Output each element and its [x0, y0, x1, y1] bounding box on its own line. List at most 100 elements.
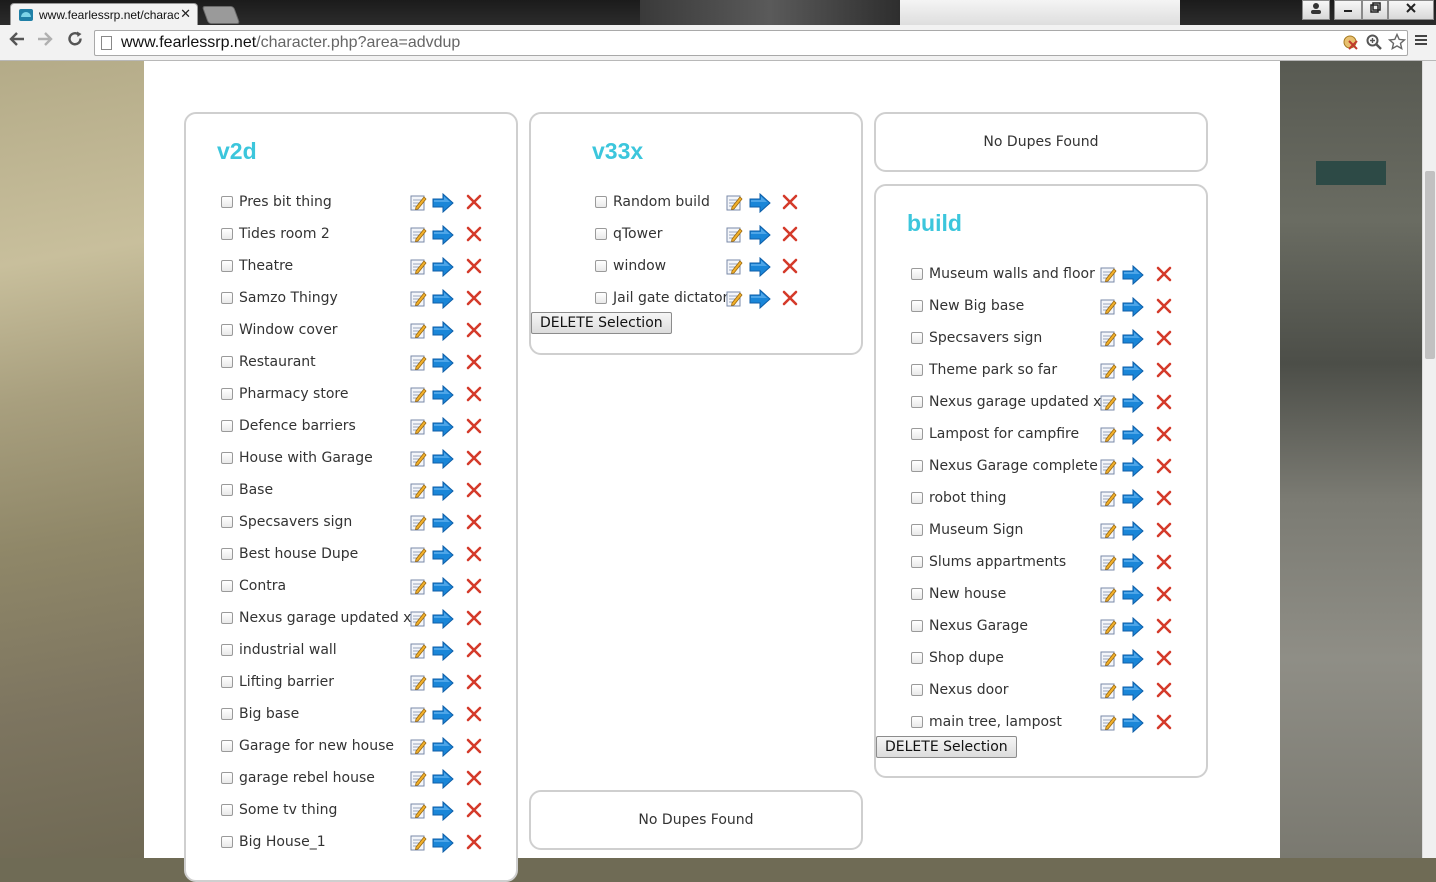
edit-icon[interactable]: [1100, 266, 1117, 283]
minimize-window-button[interactable]: [1334, 0, 1362, 20]
edit-icon[interactable]: [410, 354, 427, 371]
delete-x-icon[interactable]: [1155, 681, 1173, 699]
load-arrow-icon[interactable]: [1122, 456, 1144, 478]
delete-x-icon[interactable]: [1155, 329, 1173, 347]
delete-x-icon[interactable]: [465, 545, 483, 563]
edit-icon[interactable]: [726, 290, 743, 307]
load-arrow-icon[interactable]: [749, 256, 771, 278]
delete-x-icon[interactable]: [465, 193, 483, 211]
select-checkbox[interactable]: [911, 460, 923, 472]
select-checkbox[interactable]: [221, 388, 233, 400]
load-arrow-icon[interactable]: [1122, 296, 1144, 318]
select-checkbox[interactable]: [911, 716, 923, 728]
select-checkbox[interactable]: [221, 420, 233, 432]
edit-icon[interactable]: [410, 514, 427, 531]
select-checkbox[interactable]: [221, 836, 233, 848]
delete-x-icon[interactable]: [465, 289, 483, 307]
select-checkbox[interactable]: [911, 684, 923, 696]
delete-x-icon[interactable]: [1155, 489, 1173, 507]
edit-icon[interactable]: [1100, 682, 1117, 699]
edit-icon[interactable]: [410, 706, 427, 723]
delete-x-icon[interactable]: [465, 481, 483, 499]
browser-tab-active[interactable]: www.fearlessrp.net/charac ✕: [10, 3, 198, 26]
edit-icon[interactable]: [410, 770, 427, 787]
select-checkbox[interactable]: [911, 620, 923, 632]
delete-x-icon[interactable]: [1155, 425, 1173, 443]
select-checkbox[interactable]: [595, 228, 607, 240]
profile-icon[interactable]: [1302, 0, 1330, 20]
edit-icon[interactable]: [410, 258, 427, 275]
edit-icon[interactable]: [410, 642, 427, 659]
edit-icon[interactable]: [726, 258, 743, 275]
load-arrow-icon[interactable]: [1122, 360, 1144, 382]
select-checkbox[interactable]: [911, 268, 923, 280]
delete-x-icon[interactable]: [1155, 649, 1173, 667]
delete-selection-button[interactable]: DELETE Selection: [876, 736, 1017, 758]
delete-x-icon[interactable]: [465, 225, 483, 243]
select-checkbox[interactable]: [221, 324, 233, 336]
load-arrow-icon[interactable]: [432, 256, 454, 278]
edit-icon[interactable]: [410, 322, 427, 339]
delete-x-icon[interactable]: [1155, 297, 1173, 315]
select-checkbox[interactable]: [595, 260, 607, 272]
edit-icon[interactable]: [410, 290, 427, 307]
delete-x-icon[interactable]: [1155, 393, 1173, 411]
delete-x-icon[interactable]: [781, 257, 799, 275]
delete-x-icon[interactable]: [781, 225, 799, 243]
delete-x-icon[interactable]: [465, 705, 483, 723]
load-arrow-icon[interactable]: [432, 224, 454, 246]
delete-x-icon[interactable]: [465, 737, 483, 755]
load-arrow-icon[interactable]: [432, 320, 454, 342]
delete-x-icon[interactable]: [465, 801, 483, 819]
select-checkbox[interactable]: [911, 332, 923, 344]
back-arrow-icon[interactable]: [8, 30, 26, 53]
edit-icon[interactable]: [1100, 714, 1117, 731]
delete-x-icon[interactable]: [465, 321, 483, 339]
edit-icon[interactable]: [410, 226, 427, 243]
select-checkbox[interactable]: [911, 652, 923, 664]
edit-icon[interactable]: [1100, 490, 1117, 507]
edit-icon[interactable]: [410, 450, 427, 467]
delete-x-icon[interactable]: [1155, 585, 1173, 603]
select-checkbox[interactable]: [911, 364, 923, 376]
edit-icon[interactable]: [1100, 650, 1117, 667]
delete-x-icon[interactable]: [1155, 553, 1173, 571]
load-arrow-icon[interactable]: [1122, 648, 1144, 670]
load-arrow-icon[interactable]: [1122, 584, 1144, 606]
select-checkbox[interactable]: [221, 516, 233, 528]
load-arrow-icon[interactable]: [1122, 520, 1144, 542]
load-arrow-icon[interactable]: [432, 704, 454, 726]
select-checkbox[interactable]: [221, 548, 233, 560]
delete-x-icon[interactable]: [465, 257, 483, 275]
load-arrow-icon[interactable]: [1122, 680, 1144, 702]
select-checkbox[interactable]: [911, 300, 923, 312]
delete-x-icon[interactable]: [465, 577, 483, 595]
delete-selection-button[interactable]: DELETE Selection: [531, 312, 672, 334]
select-checkbox[interactable]: [221, 292, 233, 304]
select-checkbox[interactable]: [221, 772, 233, 784]
delete-x-icon[interactable]: [1155, 617, 1173, 635]
load-arrow-icon[interactable]: [1122, 616, 1144, 638]
edit-icon[interactable]: [410, 802, 427, 819]
close-window-button[interactable]: [1388, 0, 1434, 20]
bookmark-star-icon[interactable]: [1387, 32, 1407, 59]
load-arrow-icon[interactable]: [432, 672, 454, 694]
delete-x-icon[interactable]: [1155, 457, 1173, 475]
select-checkbox[interactable]: [221, 228, 233, 240]
extension-icon[interactable]: [1341, 33, 1359, 59]
edit-icon[interactable]: [1100, 298, 1117, 315]
load-arrow-icon[interactable]: [1122, 264, 1144, 286]
edit-icon[interactable]: [726, 194, 743, 211]
scrollbar-thumb[interactable]: [1425, 171, 1435, 359]
delete-x-icon[interactable]: [465, 833, 483, 851]
load-arrow-icon[interactable]: [432, 640, 454, 662]
load-arrow-icon[interactable]: [432, 480, 454, 502]
select-checkbox[interactable]: [221, 804, 233, 816]
edit-icon[interactable]: [410, 546, 427, 563]
select-checkbox[interactable]: [911, 556, 923, 568]
edit-icon[interactable]: [410, 738, 427, 755]
edit-icon[interactable]: [410, 386, 427, 403]
select-checkbox[interactable]: [911, 396, 923, 408]
edit-icon[interactable]: [1100, 330, 1117, 347]
load-arrow-icon[interactable]: [1122, 552, 1144, 574]
